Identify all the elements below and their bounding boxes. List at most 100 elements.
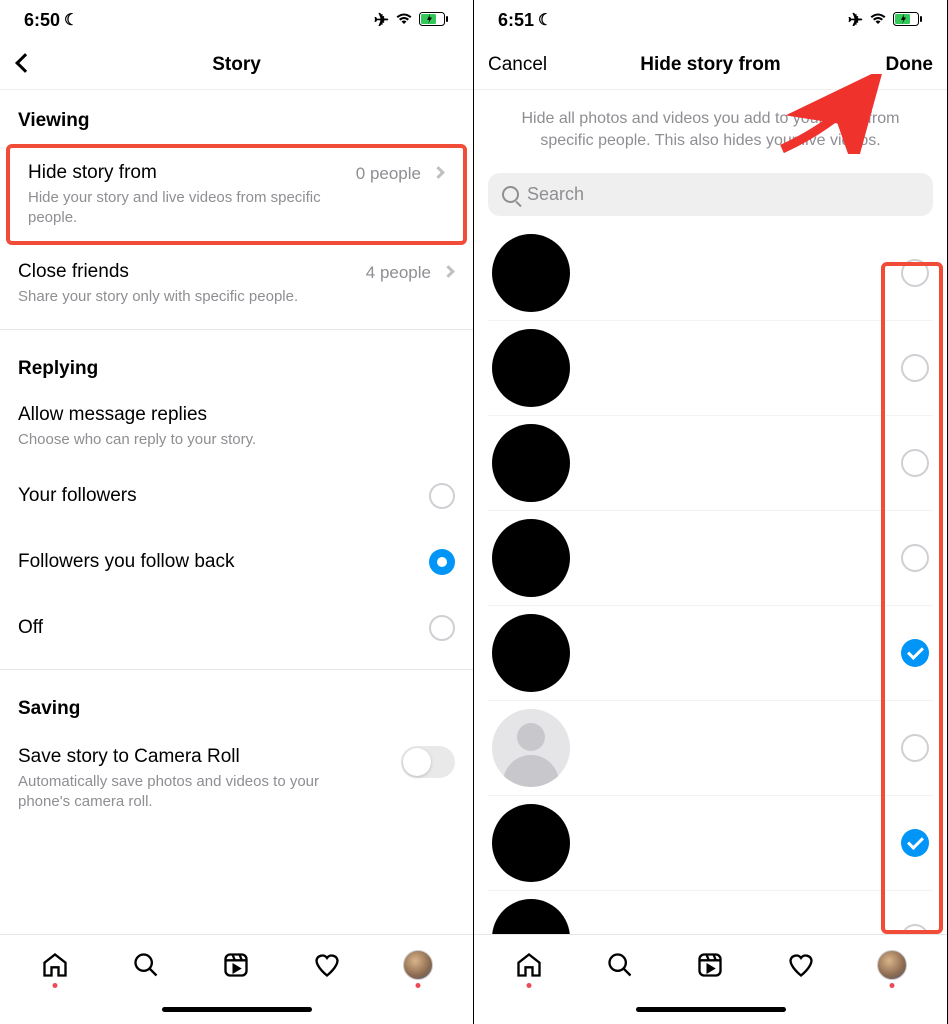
search-placeholder: Search	[527, 184, 584, 205]
list-item[interactable]	[488, 416, 933, 511]
list-item[interactable]	[488, 796, 933, 891]
checkbox[interactable]	[901, 734, 929, 762]
radio-indicator[interactable]	[429, 549, 455, 575]
tab-search[interactable]	[131, 950, 161, 980]
tab-bar	[474, 934, 947, 994]
avatar	[492, 234, 570, 312]
highlight-hide-story: Hide story from Hide your story and live…	[6, 144, 467, 245]
checkbox[interactable]	[901, 259, 929, 287]
content-area: Viewing Hide story from Hide your story …	[0, 90, 473, 934]
section-replying: Replying	[0, 338, 473, 390]
list-item[interactable]	[488, 226, 933, 321]
radio-indicator[interactable]	[429, 615, 455, 641]
row-save-camera: Save story to Camera Roll Automatically …	[0, 730, 473, 827]
status-time: 6:50	[24, 10, 60, 31]
avatar	[492, 899, 570, 934]
toggle-save-camera[interactable]	[401, 746, 455, 778]
airplane-icon: ✈	[848, 10, 863, 31]
back-button[interactable]	[14, 54, 74, 76]
avatar	[877, 950, 907, 980]
content-area: Hide all photos and videos you add to yo…	[474, 90, 947, 934]
status-bar: 6:50 ☾ ✈	[0, 0, 473, 40]
row-sub: Choose who can reply to your story.	[18, 430, 348, 450]
tab-search[interactable]	[605, 950, 635, 980]
checkbox[interactable]	[901, 544, 929, 572]
list-item[interactable]	[488, 321, 933, 416]
radio-label: Your followers	[18, 485, 137, 507]
row-allow-replies: Allow message replies Choose who can rep…	[0, 390, 473, 464]
cancel-button[interactable]: Cancel	[488, 54, 548, 76]
divider	[0, 329, 473, 330]
done-button[interactable]: Done	[873, 54, 933, 76]
status-time: 6:51	[498, 10, 534, 31]
page-title: Hide story from	[640, 54, 780, 76]
battery-icon	[419, 10, 449, 31]
airplane-icon: ✈	[374, 10, 389, 31]
tab-home[interactable]	[514, 950, 544, 980]
divider	[0, 669, 473, 670]
list-item[interactable]	[488, 701, 933, 796]
moon-icon: ☾	[64, 10, 78, 30]
notification-dot	[527, 983, 532, 988]
row-hide-story[interactable]: Hide story from Hide your story and live…	[10, 148, 463, 241]
battery-icon	[893, 10, 923, 31]
notification-dot	[415, 983, 420, 988]
page-title: Story	[212, 54, 261, 76]
tab-activity[interactable]	[786, 950, 816, 980]
description-text: Hide all photos and videos you add to yo…	[474, 90, 947, 169]
tab-bar	[0, 934, 473, 994]
list-item[interactable]	[488, 606, 933, 701]
nav-header: Story	[0, 40, 473, 90]
radio-option[interactable]: Off	[0, 595, 473, 661]
tab-activity[interactable]	[312, 950, 342, 980]
radio-label: Off	[18, 617, 43, 639]
section-saving: Saving	[0, 678, 473, 730]
chevron-left-icon	[15, 53, 35, 73]
list-item[interactable]	[488, 891, 933, 934]
people-list	[474, 226, 947, 934]
radio-label: Followers you follow back	[18, 551, 234, 573]
phone-story-settings: 6:50 ☾ ✈ Story Viewing Hide story from H…	[0, 0, 474, 1024]
tab-home[interactable]	[40, 950, 70, 980]
row-title: Allow message replies	[18, 404, 455, 426]
avatar	[492, 614, 570, 692]
avatar	[492, 709, 570, 787]
notification-dot	[889, 983, 894, 988]
tab-reels[interactable]	[695, 950, 725, 980]
avatar	[492, 329, 570, 407]
list-item[interactable]	[488, 511, 933, 606]
tab-profile[interactable]	[877, 950, 907, 980]
avatar	[492, 519, 570, 597]
row-sub: Share your story only with specific peop…	[18, 287, 348, 307]
tab-profile[interactable]	[403, 950, 433, 980]
home-indicator[interactable]	[0, 994, 473, 1024]
row-close-friends[interactable]: Close friends Share your story only with…	[0, 247, 473, 321]
nav-header: Cancel Hide story from Done	[474, 40, 947, 90]
wifi-icon	[869, 10, 887, 31]
checkbox[interactable]	[901, 924, 929, 934]
row-sub: Automatically save photos and videos to …	[18, 772, 348, 811]
radio-option[interactable]: Your followers	[0, 463, 473, 529]
home-indicator[interactable]	[474, 994, 947, 1024]
status-bar: 6:51 ☾ ✈	[474, 0, 947, 40]
search-icon	[502, 186, 519, 203]
row-value: 4 people	[366, 263, 431, 283]
checkbox[interactable]	[901, 639, 929, 667]
avatar	[492, 804, 570, 882]
checkbox[interactable]	[901, 829, 929, 857]
phone-hide-story: 6:51 ☾ ✈ Cancel Hide story from Done Hid…	[474, 0, 948, 1024]
notification-dot	[53, 983, 58, 988]
section-viewing: Viewing	[0, 90, 473, 142]
wifi-icon	[395, 10, 413, 31]
avatar	[403, 950, 433, 980]
tab-reels[interactable]	[221, 950, 251, 980]
moon-icon: ☾	[538, 10, 552, 30]
checkbox[interactable]	[901, 449, 929, 477]
checkbox[interactable]	[901, 354, 929, 382]
radio-option[interactable]: Followers you follow back	[0, 529, 473, 595]
avatar	[492, 424, 570, 502]
row-sub: Hide your story and live videos from spe…	[28, 188, 358, 227]
radio-indicator[interactable]	[429, 483, 455, 509]
row-title: Save story to Camera Roll	[18, 746, 455, 768]
search-input[interactable]: Search	[488, 173, 933, 216]
